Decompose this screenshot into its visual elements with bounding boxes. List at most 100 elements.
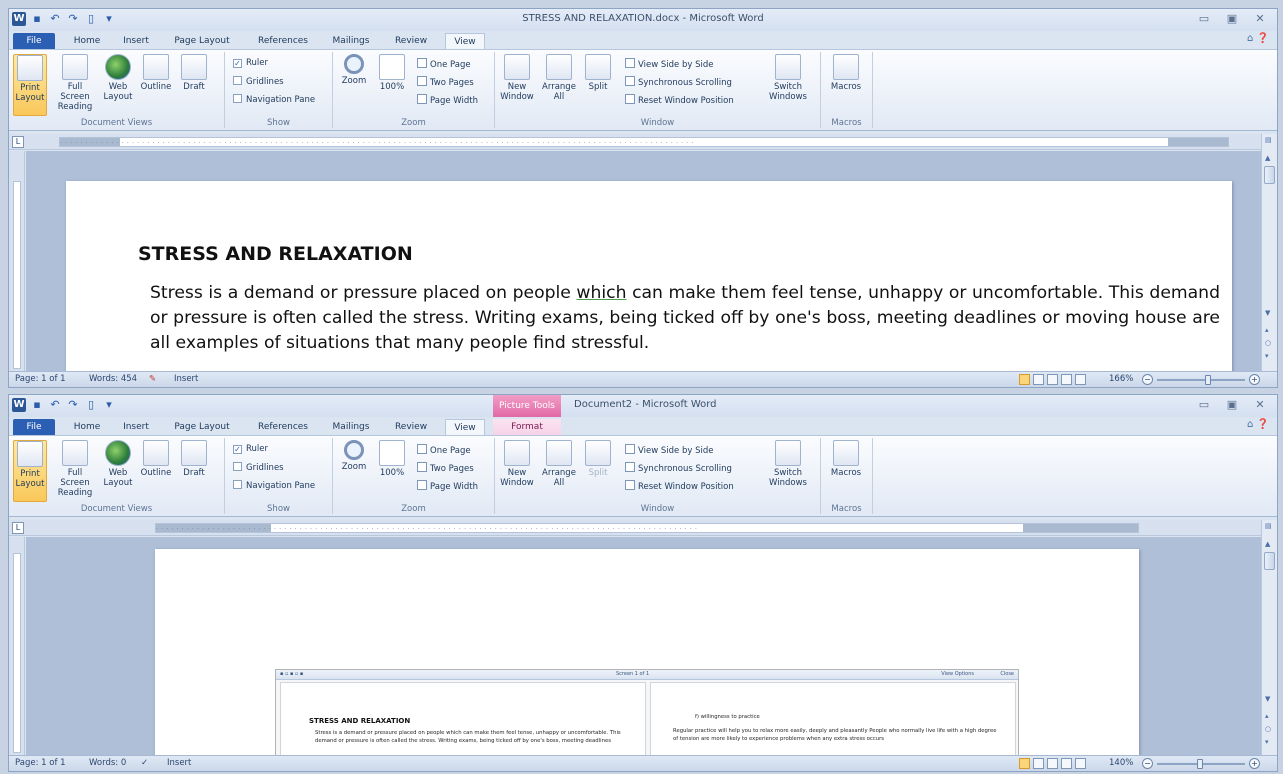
word-logo-icon[interactable]: W xyxy=(12,398,26,412)
tab-page-layout[interactable]: Page Layout xyxy=(167,33,237,49)
macros-button[interactable]: Macros xyxy=(829,54,863,92)
print-layout-view-icon[interactable] xyxy=(1019,758,1030,769)
tab-insert[interactable]: Insert xyxy=(115,33,157,49)
vertical-ruler[interactable] xyxy=(9,537,25,755)
minimize-icon[interactable]: ▭ xyxy=(1197,12,1211,25)
tab-insert[interactable]: Insert xyxy=(115,419,157,435)
select-browse-object-icon[interactable]: ○ xyxy=(1265,725,1271,733)
insert-mode[interactable]: Insert xyxy=(167,756,191,771)
new-window-button[interactable]: New Window xyxy=(497,54,537,102)
one-page-button[interactable]: One Page xyxy=(417,58,471,70)
vertical-scrollbar[interactable]: ▤ ▲ ▼ ▴ ○ ▾ xyxy=(1261,520,1277,755)
word-count[interactable]: Words: 0 xyxy=(89,756,126,771)
two-pages-button[interactable]: Two Pages xyxy=(417,462,474,474)
vertical-scrollbar[interactable]: ▤ ▲ ▼ ▴ ○ ▾ xyxy=(1261,134,1277,371)
undo-icon[interactable]: ↶ xyxy=(48,398,62,412)
macros-button[interactable]: Macros xyxy=(829,440,863,478)
zoom-level[interactable]: 166% xyxy=(1109,372,1133,387)
web-layout-button[interactable]: Web Layout xyxy=(101,440,135,488)
tab-file[interactable]: File xyxy=(13,33,55,49)
zoom-level[interactable]: 140% xyxy=(1109,756,1133,771)
ruler-toggle-icon[interactable]: ▤ xyxy=(1265,522,1272,530)
tab-review[interactable]: Review xyxy=(387,33,435,49)
navigation-pane-checkbox[interactable]: Navigation Pane xyxy=(233,94,315,105)
vertical-ruler[interactable] xyxy=(9,151,25,371)
previous-page-icon[interactable]: ▴ xyxy=(1265,326,1269,334)
tab-home[interactable]: Home xyxy=(67,33,107,49)
outline-button[interactable]: Outline xyxy=(139,54,173,92)
previous-page-icon[interactable]: ▴ xyxy=(1265,712,1269,720)
navigation-pane-checkbox[interactable]: Navigation Pane xyxy=(233,480,315,491)
save-icon[interactable]: ▪ xyxy=(30,398,44,412)
tab-file[interactable]: File xyxy=(13,419,55,435)
switch-windows-button[interactable]: Switch Windows xyxy=(765,440,811,488)
draft-view-icon[interactable] xyxy=(1075,374,1086,385)
select-browse-object-icon[interactable]: ○ xyxy=(1265,339,1271,347)
zoom-out-icon[interactable]: − xyxy=(1142,374,1153,385)
insert-mode[interactable]: Insert xyxy=(174,372,198,387)
zoom-in-icon[interactable]: + xyxy=(1249,374,1260,385)
tab-references[interactable]: References xyxy=(247,419,319,435)
zoom-100-button[interactable]: 100% xyxy=(375,54,409,92)
zoom-slider-knob[interactable] xyxy=(1197,759,1203,769)
print-layout-view-icon[interactable] xyxy=(1019,374,1030,385)
grammar-flagged-word[interactable]: which xyxy=(576,283,626,303)
scroll-thumb[interactable] xyxy=(1264,552,1275,570)
pasted-screenshot-image[interactable]: ▪ ▫ ▪ ▫ ▪ Screen 1 of 1 View Options Clo… xyxy=(275,669,1019,760)
horizontal-ruler[interactable]: L · · · · · · · · · · · · · · · · · · · … xyxy=(9,134,1277,150)
outline-view-icon[interactable] xyxy=(1061,758,1072,769)
tab-mailings[interactable]: Mailings xyxy=(327,419,375,435)
tab-mailings[interactable]: Mailings xyxy=(327,33,375,49)
reset-window-position-button[interactable]: Reset Window Position xyxy=(625,480,734,492)
tab-page-layout[interactable]: Page Layout xyxy=(167,419,237,435)
scroll-up-icon[interactable]: ▲ xyxy=(1265,154,1270,162)
tab-view[interactable]: View xyxy=(445,33,485,49)
zoom-slider-knob[interactable] xyxy=(1205,375,1211,385)
ruler-checkbox[interactable]: ✓ Ruler xyxy=(233,58,268,68)
zoom-button[interactable]: Zoom xyxy=(337,54,371,86)
split-button[interactable]: Split xyxy=(581,54,615,92)
split-button[interactable]: Split xyxy=(581,440,615,478)
outline-button[interactable]: Outline xyxy=(139,440,173,478)
scroll-down-icon[interactable]: ▼ xyxy=(1265,309,1270,317)
web-layout-view-icon[interactable] xyxy=(1047,374,1058,385)
scroll-thumb[interactable] xyxy=(1264,166,1275,184)
full-screen-reading-button[interactable]: Full Screen Reading xyxy=(53,440,97,498)
word-count[interactable]: Words: 454 xyxy=(89,372,137,387)
zoom-in-icon[interactable]: + xyxy=(1249,758,1260,769)
zoom-100-button[interactable]: 100% xyxy=(375,440,409,478)
zoom-button[interactable]: Zoom xyxy=(337,440,371,472)
customize-qat-icon[interactable]: ▾ xyxy=(102,398,116,412)
print-layout-button[interactable]: Print Layout xyxy=(13,440,47,502)
view-side-by-side-button[interactable]: View Side by Side xyxy=(625,58,713,70)
minimize-icon[interactable]: ▭ xyxy=(1197,398,1211,411)
switch-windows-button[interactable]: Switch Windows xyxy=(765,54,811,102)
proofing-icon[interactable]: ✓ xyxy=(141,756,148,771)
tab-home[interactable]: Home xyxy=(67,419,107,435)
document-page[interactable]: ▪ ▫ ▪ ▫ ▪ Screen 1 of 1 View Options Clo… xyxy=(155,549,1139,760)
tab-selector-icon[interactable]: L xyxy=(12,522,24,534)
page-count[interactable]: Page: 1 of 1 xyxy=(15,372,66,387)
redo-icon[interactable]: ↷ xyxy=(66,398,80,412)
close-icon[interactable]: ✕ xyxy=(1253,398,1267,411)
tab-view[interactable]: View xyxy=(445,419,485,435)
web-layout-button[interactable]: Web Layout xyxy=(101,54,135,102)
new-document-icon[interactable]: ▯ xyxy=(84,398,98,412)
draft-button[interactable]: Draft xyxy=(177,440,211,478)
scroll-down-icon[interactable]: ▼ xyxy=(1265,695,1270,703)
synchronous-scrolling-button[interactable]: Synchronous Scrolling xyxy=(625,76,732,88)
synchronous-scrolling-button[interactable]: Synchronous Scrolling xyxy=(625,462,732,474)
horizontal-ruler[interactable]: L · · · · · · · · · · · · · · · · · · · … xyxy=(9,520,1277,536)
full-screen-view-icon[interactable] xyxy=(1033,374,1044,385)
ruler-toggle-icon[interactable]: ▤ xyxy=(1265,136,1272,144)
reset-window-position-button[interactable]: Reset Window Position xyxy=(625,94,734,106)
outline-view-icon[interactable] xyxy=(1061,374,1072,385)
help-icon[interactable]: ⌂ ❓ xyxy=(1247,419,1269,430)
full-screen-reading-button[interactable]: Full Screen Reading xyxy=(53,54,97,112)
arrange-all-button[interactable]: Arrange All xyxy=(539,440,579,488)
print-layout-button[interactable]: Print Layout xyxy=(13,54,47,116)
ruler-checkbox[interactable]: ✓ Ruler xyxy=(233,444,268,454)
one-page-button[interactable]: One Page xyxy=(417,444,471,456)
maximize-icon[interactable]: ▣ xyxy=(1225,12,1239,25)
gridlines-checkbox[interactable]: Gridlines xyxy=(233,462,284,473)
